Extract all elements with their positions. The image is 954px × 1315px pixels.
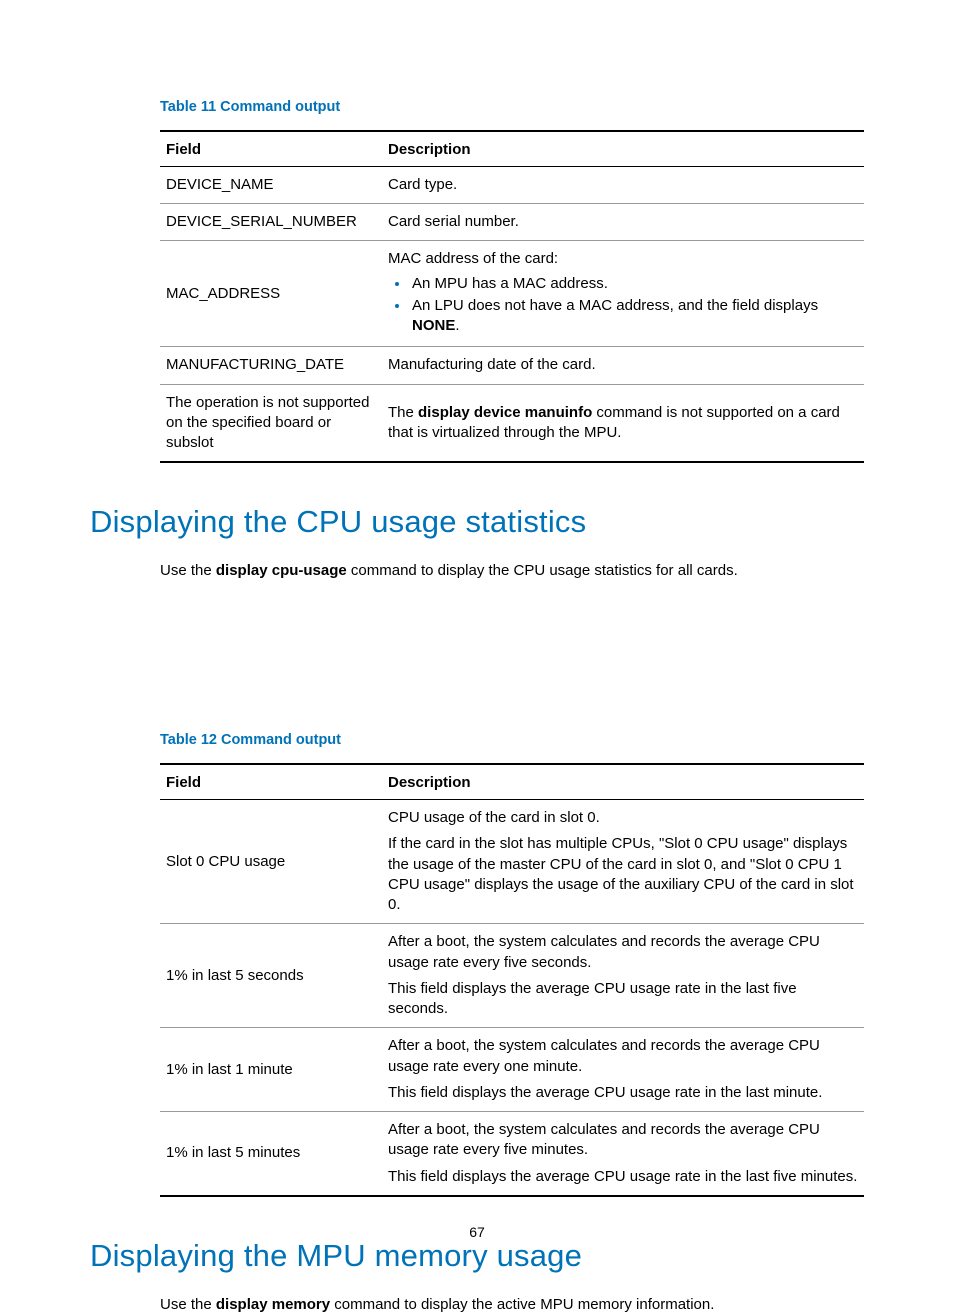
mac-bullets: An MPU has a MAC address. An LPU does no… <box>388 274 858 337</box>
text: . <box>455 317 459 334</box>
cell-desc: CPU usage of the card in slot 0. If the … <box>382 800 864 924</box>
text: After a boot, the system calculates and … <box>388 1120 858 1161</box>
list-item: An LPU does not have a MAC address, and … <box>410 296 858 337</box>
list-item: An MPU has a MAC address. <box>410 274 858 294</box>
table-row: 1% in last 1 minute After a boot, the sy… <box>160 1028 864 1112</box>
text: After a boot, the system calculates and … <box>388 1036 858 1077</box>
heading-cpu-usage: Displaying the CPU usage statistics <box>90 501 864 543</box>
para-cpu-usage: Use the display cpu-usage command to dis… <box>160 561 864 581</box>
table-row: MAC_ADDRESS MAC address of the card: An … <box>160 241 864 347</box>
table-11-caption: Table 11 Command output <box>160 98 864 118</box>
cell-desc: Card type. <box>382 166 864 203</box>
text: CPU usage of the card in slot 0. <box>388 808 858 828</box>
cell-desc: After a boot, the system calculates and … <box>382 1028 864 1112</box>
table-row: Slot 0 CPU usage CPU usage of the card i… <box>160 800 864 924</box>
cell-desc: The display device manuinfo command is n… <box>382 384 864 462</box>
cell-desc: After a boot, the system calculates and … <box>382 924 864 1028</box>
table-row: The operation is not supported on the sp… <box>160 384 864 462</box>
cell-field: 1% in last 1 minute <box>160 1028 382 1112</box>
mac-intro: MAC address of the card: <box>388 249 858 269</box>
cell-field: MAC_ADDRESS <box>160 241 382 347</box>
table-row: DEVICE_NAME Card type. <box>160 166 864 203</box>
cell-field: The operation is not supported on the sp… <box>160 384 382 462</box>
code-block-placeholder <box>90 591 864 731</box>
table-row: 1% in last 5 minutes After a boot, the s… <box>160 1112 864 1196</box>
para-mpu-memory: Use the display memory command to displa… <box>160 1295 864 1315</box>
table-11-head-field: Field <box>160 131 382 167</box>
cell-field: MANUFACTURING_DATE <box>160 347 382 384</box>
text: Use the <box>160 562 216 579</box>
text: Use the <box>160 1296 216 1313</box>
bold-cmd: display device manuinfo <box>418 404 592 421</box>
cell-desc: After a boot, the system calculates and … <box>382 1112 864 1196</box>
bold-cmd: display memory <box>216 1296 330 1313</box>
cell-field: 1% in last 5 seconds <box>160 924 382 1028</box>
table-row: MANUFACTURING_DATE Manufacturing date of… <box>160 347 864 384</box>
cell-field: DEVICE_NAME <box>160 166 382 203</box>
text: This field displays the average CPU usag… <box>388 979 858 1020</box>
cell-field: DEVICE_SERIAL_NUMBER <box>160 204 382 241</box>
table-12-head-field: Field <box>160 764 382 800</box>
table-12-head-desc: Description <box>382 764 864 800</box>
bold-none: NONE <box>412 317 455 334</box>
text: command to display the active MPU memory… <box>330 1296 714 1313</box>
table-row: DEVICE_SERIAL_NUMBER Card serial number. <box>160 204 864 241</box>
page: Table 11 Command output Field Descriptio… <box>0 0 954 1296</box>
text: An LPU does not have a MAC address, and … <box>412 297 818 314</box>
cell-desc: Card serial number. <box>382 204 864 241</box>
text: This field displays the average CPU usag… <box>388 1167 858 1187</box>
bold-cmd: display cpu-usage <box>216 562 347 579</box>
text: The <box>388 404 418 421</box>
cell-field: Slot 0 CPU usage <box>160 800 382 924</box>
text: command to display the CPU usage statist… <box>347 562 738 579</box>
table-row: 1% in last 5 seconds After a boot, the s… <box>160 924 864 1028</box>
cell-desc: MAC address of the card: An MPU has a MA… <box>382 241 864 347</box>
text: After a boot, the system calculates and … <box>388 932 858 973</box>
cell-field: 1% in last 5 minutes <box>160 1112 382 1196</box>
table-11: Field Description DEVICE_NAME Card type.… <box>160 130 864 464</box>
cell-desc: Manufacturing date of the card. <box>382 347 864 384</box>
text: If the card in the slot has multiple CPU… <box>388 834 858 915</box>
table-12: Field Description Slot 0 CPU usage CPU u… <box>160 763 864 1197</box>
table-12-caption: Table 12 Command output <box>160 731 864 751</box>
text: This field displays the average CPU usag… <box>388 1083 858 1103</box>
table-11-head-desc: Description <box>382 131 864 167</box>
page-number: 67 <box>0 1223 954 1242</box>
